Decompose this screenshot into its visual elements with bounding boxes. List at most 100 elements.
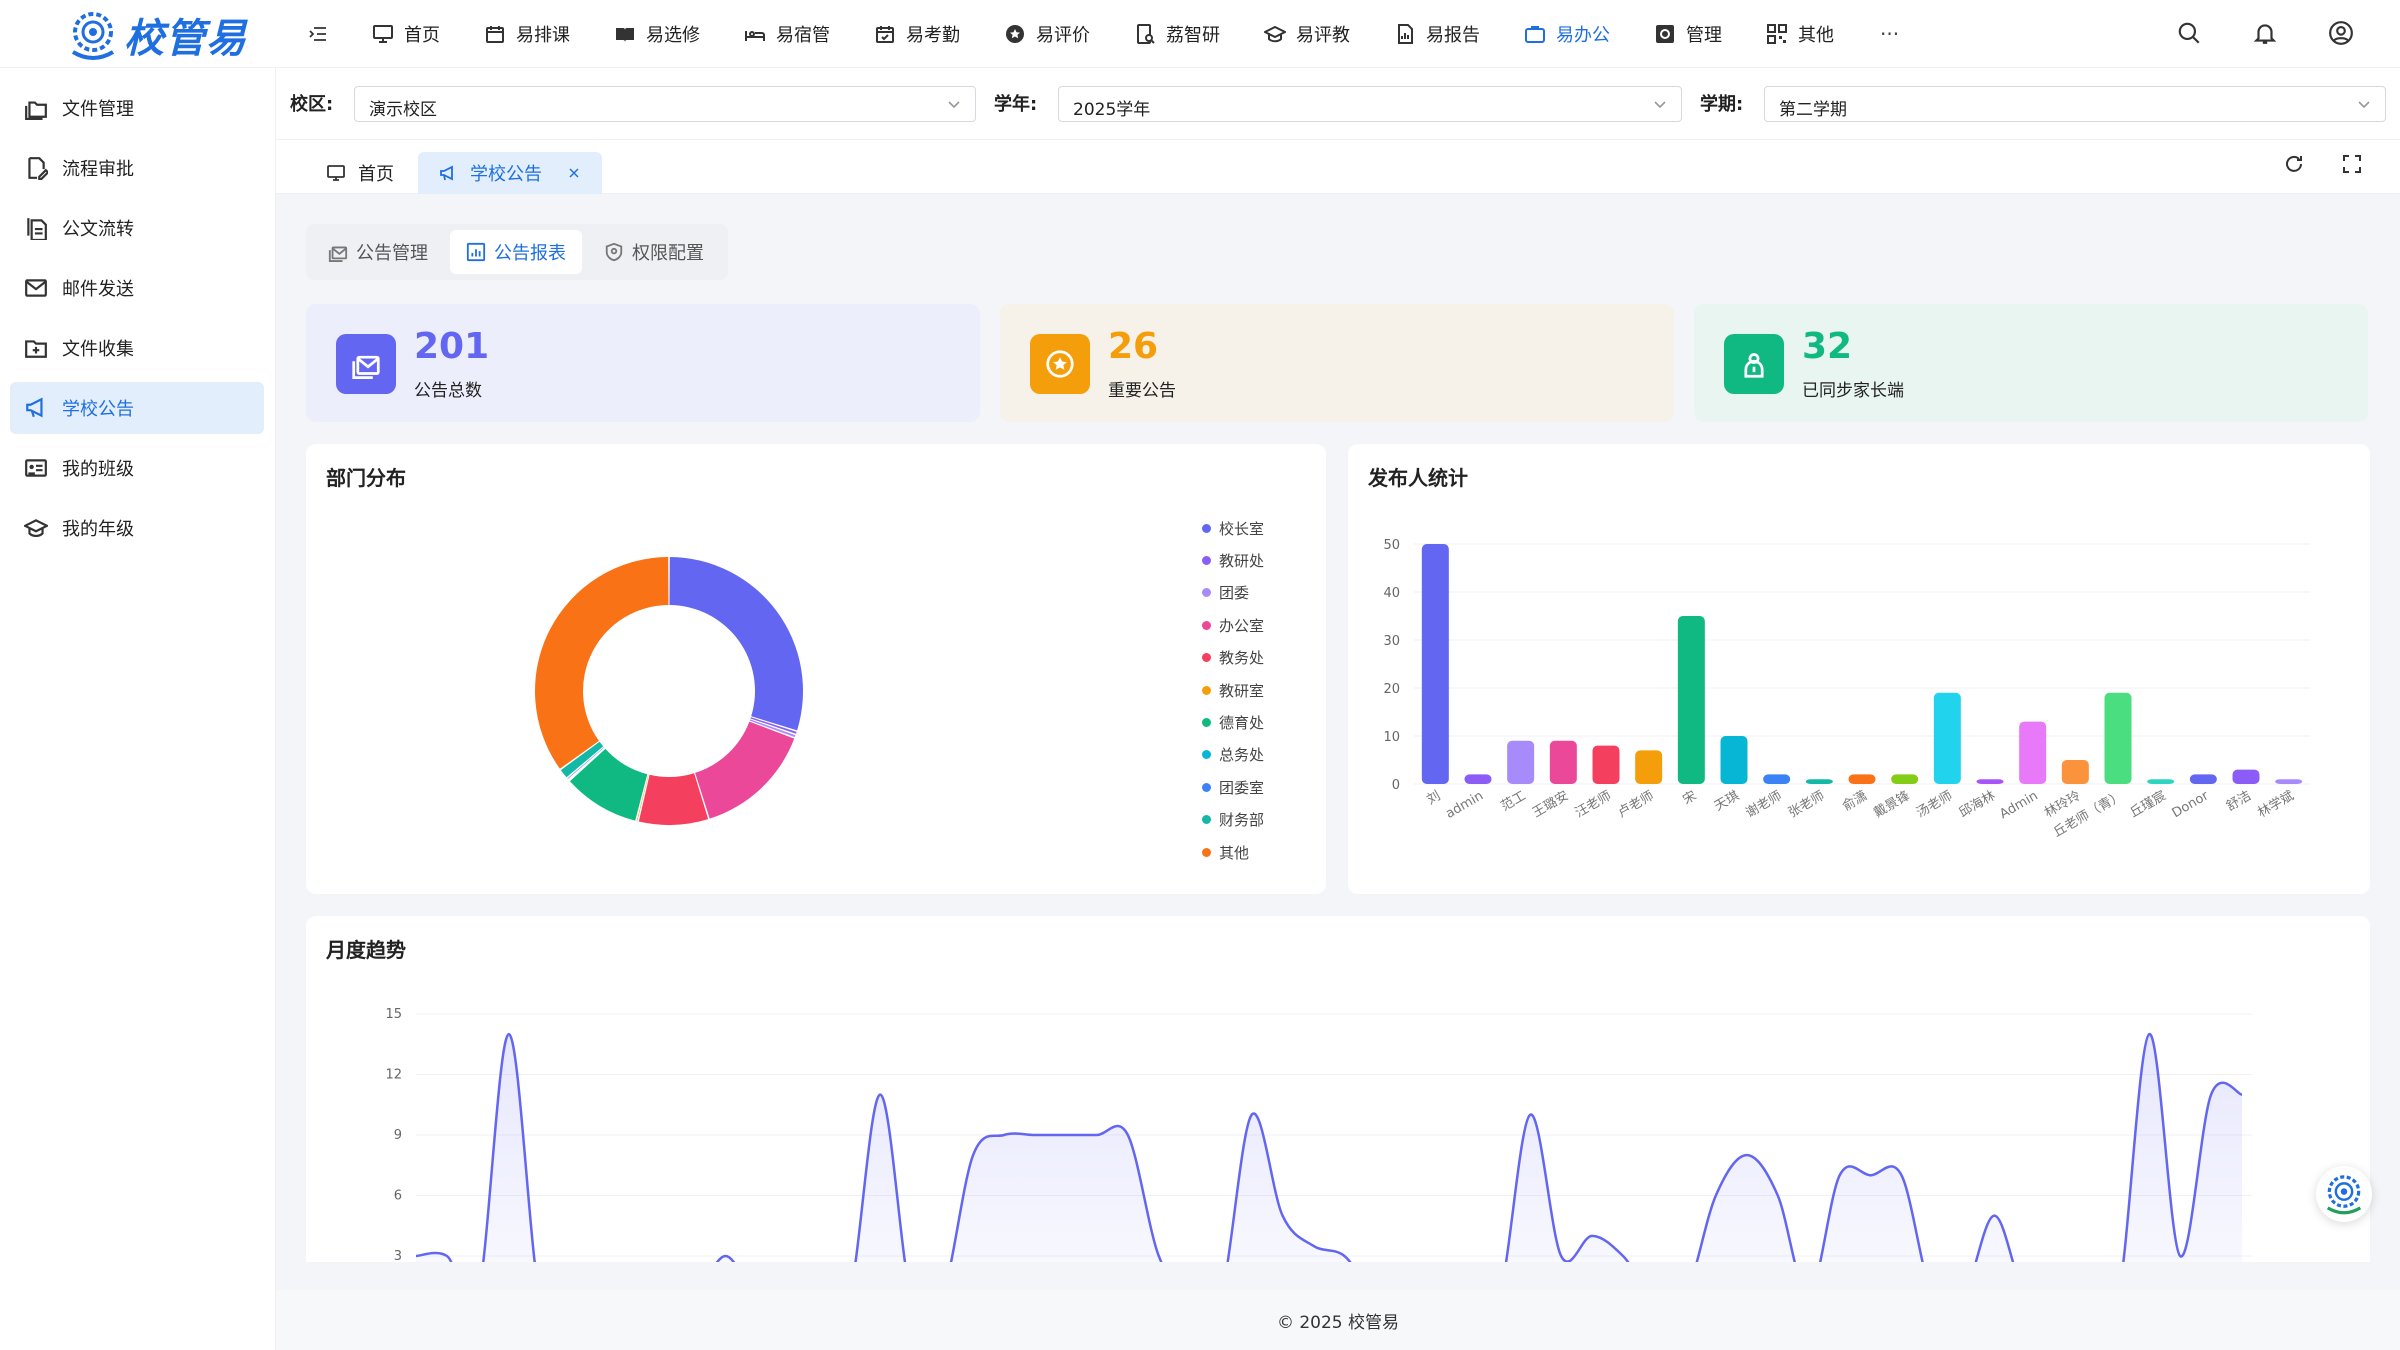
- bar[interactable]: [1848, 774, 1876, 784]
- floating-assistant-button[interactable]: [2316, 1166, 2372, 1222]
- term-select[interactable]: 第二学期: [1764, 86, 2386, 122]
- bed-icon: [745, 31, 765, 41]
- bell-icon[interactable]: [2252, 20, 2278, 46]
- sidebar-item-label: 我的班级: [62, 459, 134, 480]
- segment-0[interactable]: 公告管理: [312, 230, 444, 274]
- legend-item[interactable]: 教务处: [1202, 642, 1264, 674]
- sidebar-item-label: 学校公告: [62, 399, 134, 420]
- nav-item-label: 易评价: [1036, 25, 1090, 46]
- year-select[interactable]: 2025学年: [1058, 86, 1682, 122]
- nav-item-3[interactable]: 易宿管: [744, 0, 854, 68]
- legend-item[interactable]: 教研室: [1202, 674, 1264, 706]
- legend-item[interactable]: 教研处: [1202, 544, 1264, 576]
- campus-select[interactable]: 演示校区: [354, 86, 976, 122]
- sidebar-item-0[interactable]: 文件管理: [10, 82, 264, 134]
- legend-item[interactable]: 校长室: [1202, 512, 1264, 544]
- bar[interactable]: [2232, 769, 2260, 784]
- search-icon[interactable]: [2176, 20, 2202, 46]
- bar[interactable]: [1677, 616, 1705, 784]
- sidebar-item-2[interactable]: 公文流转: [10, 202, 264, 254]
- nav-item-label: 首页: [404, 25, 440, 46]
- grid-icon: [1767, 24, 1787, 44]
- bar[interactable]: [1464, 774, 1492, 784]
- legend-label: 校长室: [1219, 519, 1265, 538]
- bar[interactable]: [1421, 544, 1449, 784]
- bar[interactable]: [1592, 745, 1620, 784]
- legend-item[interactable]: 德育处: [1202, 706, 1264, 738]
- nav-item-8[interactable]: 易报告: [1394, 0, 1504, 68]
- tabs-tools: [2282, 152, 2364, 176]
- nav-item-11[interactable]: 其他: [1766, 0, 1858, 68]
- collapse-menu-button[interactable]: [306, 22, 330, 46]
- sidebar-item-6[interactable]: 我的班级: [10, 442, 264, 494]
- bar[interactable]: [2104, 692, 2132, 784]
- y-tick-label: 40: [1383, 586, 1400, 601]
- legend-label: 其他: [1219, 843, 1250, 862]
- stat-card-1: 26 重要公告: [1000, 304, 1674, 422]
- legend-item[interactable]: 团委室: [1202, 771, 1264, 803]
- close-icon[interactable]: [566, 165, 582, 181]
- legend-item[interactable]: 总务处: [1202, 739, 1264, 771]
- legend-item[interactable]: 团委: [1202, 577, 1264, 609]
- nav-item-label: 易考勤: [906, 25, 960, 46]
- bar[interactable]: [1976, 779, 2004, 784]
- x-tick-label: 戴景锋: [1871, 788, 1912, 820]
- x-tick-label: 邱海林: [1957, 788, 1998, 820]
- donut-slice-0[interactable]: [669, 557, 803, 731]
- legend-label: 教务处: [1219, 649, 1265, 668]
- nav-item-1[interactable]: 易排课: [484, 0, 594, 68]
- nav-item-6[interactable]: 荔智研: [1134, 0, 1244, 68]
- page-tab-announcements[interactable]: 学校公告: [418, 152, 602, 194]
- legend-item[interactable]: 办公室: [1202, 609, 1264, 641]
- x-tick-label: Admin: [1997, 788, 2040, 822]
- nav-item-2[interactable]: 易选修: [614, 0, 724, 68]
- bar[interactable]: [1763, 774, 1791, 784]
- refresh-icon[interactable]: [2282, 152, 2306, 176]
- donut-slice-3[interactable]: [695, 721, 795, 819]
- bar[interactable]: [1635, 750, 1663, 784]
- bar[interactable]: [2147, 779, 2175, 784]
- nav-item-5[interactable]: 易评价: [1004, 0, 1114, 68]
- footer-copyright: © 2025 校管易: [1276, 1312, 1400, 1333]
- user-avatar-icon[interactable]: [2328, 20, 2354, 46]
- segment-1[interactable]: 公告报表: [450, 230, 582, 274]
- page-tab-home[interactable]: 首页: [306, 152, 414, 194]
- nav-item-4[interactable]: 易考勤: [874, 0, 984, 68]
- app-logo[interactable]: 校管易: [68, 6, 247, 64]
- legend-item[interactable]: 财务部: [1202, 804, 1264, 836]
- sidebar-item-5[interactable]: 学校公告: [10, 382, 264, 434]
- bar[interactable]: [2061, 760, 2089, 784]
- bar[interactable]: [1805, 779, 1833, 784]
- nav-item-label: 易办公: [1556, 25, 1610, 46]
- mail-stack-icon: [352, 355, 380, 379]
- segment-2[interactable]: 权限配置: [588, 230, 720, 274]
- sidebar-item-4[interactable]: 文件收集: [10, 322, 264, 374]
- sidebar-item-1[interactable]: 流程审批: [10, 142, 264, 194]
- sidebar-item-3[interactable]: 邮件发送: [10, 262, 264, 314]
- nav-item-0[interactable]: 首页: [372, 0, 464, 68]
- nav-item-7[interactable]: 易评教: [1264, 0, 1374, 68]
- class-board-icon: [25, 459, 47, 477]
- bar[interactable]: [1549, 740, 1577, 784]
- bar[interactable]: [1891, 774, 1919, 784]
- nav-item-label: 易排课: [516, 25, 570, 46]
- chevron-down-icon: [2358, 101, 2370, 109]
- nav-more-button[interactable]: ···: [1880, 22, 1899, 46]
- bar[interactable]: [1933, 692, 1961, 784]
- bar[interactable]: [2275, 779, 2303, 784]
- segment-label: 公告管理: [356, 243, 428, 264]
- folder-add-icon: [25, 340, 47, 358]
- donut-slice-10[interactable]: [535, 557, 669, 769]
- bar[interactable]: [2019, 721, 2047, 784]
- stat-card-2: 32 已同步家长端: [1694, 304, 2368, 422]
- graduation-cap-icon: [24, 519, 48, 537]
- bar[interactable]: [2189, 774, 2217, 784]
- legend-item[interactable]: 其他: [1202, 836, 1264, 868]
- x-tick-label: 谢老师: [1743, 788, 1785, 821]
- sidebar-item-7[interactable]: 我的年级: [10, 502, 264, 554]
- bar[interactable]: [1507, 740, 1535, 784]
- nav-item-9[interactable]: 易办公: [1524, 0, 1634, 68]
- bar[interactable]: [1720, 736, 1748, 784]
- nav-item-10[interactable]: 管理: [1654, 0, 1746, 68]
- fullscreen-icon[interactable]: [2340, 152, 2364, 176]
